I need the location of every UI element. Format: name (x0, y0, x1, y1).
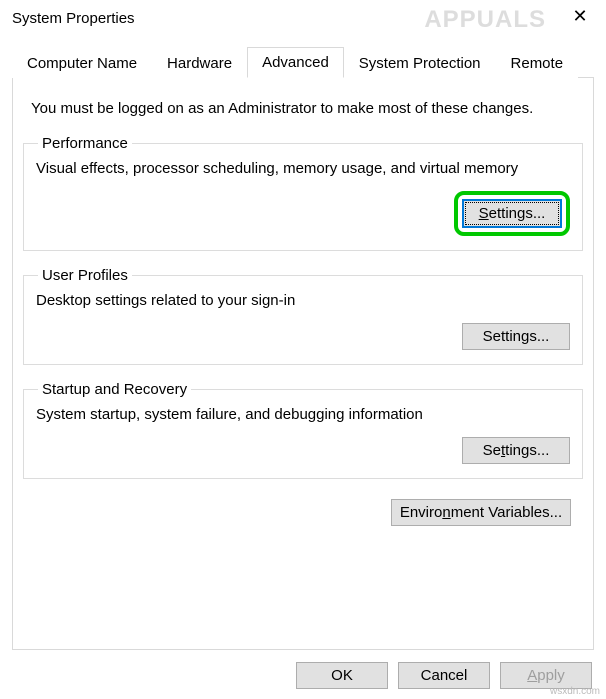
environment-variables-row: Environment Variables... (23, 499, 583, 526)
tab-remote[interactable]: Remote (496, 48, 579, 78)
group-user-profiles-desc: Desktop settings related to your sign-in (36, 292, 570, 309)
group-performance-button-row: Settings... (36, 191, 570, 236)
group-startup-recovery-legend: Startup and Recovery (38, 381, 191, 398)
dialog-buttons: OK Cancel Apply (296, 662, 592, 689)
tabstrip: Computer Name Hardware Advanced System P… (12, 46, 594, 78)
close-icon: ✕ (572, 6, 587, 27)
highlight-performance-settings: Settings... (454, 191, 570, 236)
tab-advanced[interactable]: Advanced (247, 47, 344, 78)
apply-button[interactable]: Apply (500, 662, 592, 689)
tab-hardware[interactable]: Hardware (152, 48, 247, 78)
window-title: System Properties (12, 10, 135, 27)
system-properties-window: System Properties ✕ APPUALS Computer Nam… (0, 0, 606, 699)
startup-recovery-settings-button[interactable]: Settings... (462, 437, 570, 464)
group-user-profiles-button-row: Settings... (36, 323, 570, 350)
performance-settings-button[interactable]: Settings... (462, 199, 562, 228)
group-performance-legend: Performance (38, 135, 132, 152)
group-startup-recovery: Startup and Recovery System startup, sys… (23, 381, 583, 479)
group-user-profiles: User Profiles Desktop settings related t… (23, 267, 583, 365)
tab-panel-advanced: You must be logged on as an Administrato… (12, 78, 594, 650)
ok-button[interactable]: OK (296, 662, 388, 689)
environment-variables-button[interactable]: Environment Variables... (391, 499, 571, 526)
group-performance-desc: Visual effects, processor scheduling, me… (36, 160, 570, 177)
group-user-profiles-legend: User Profiles (38, 267, 132, 284)
titlebar: System Properties ✕ (0, 0, 606, 36)
user-profiles-settings-button[interactable]: Settings... (462, 323, 570, 350)
watermark-url: wsxdn.com (550, 686, 600, 697)
close-button[interactable]: ✕ (560, 2, 600, 30)
group-performance: Performance Visual effects, processor sc… (23, 135, 583, 251)
group-startup-recovery-desc: System startup, system failure, and debu… (36, 406, 570, 423)
tab-system-protection[interactable]: System Protection (344, 48, 496, 78)
cancel-button[interactable]: Cancel (398, 662, 490, 689)
admin-note: You must be logged on as an Administrato… (31, 100, 575, 117)
group-startup-recovery-button-row: Settings... (36, 437, 570, 464)
tab-computer-name[interactable]: Computer Name (12, 48, 152, 78)
